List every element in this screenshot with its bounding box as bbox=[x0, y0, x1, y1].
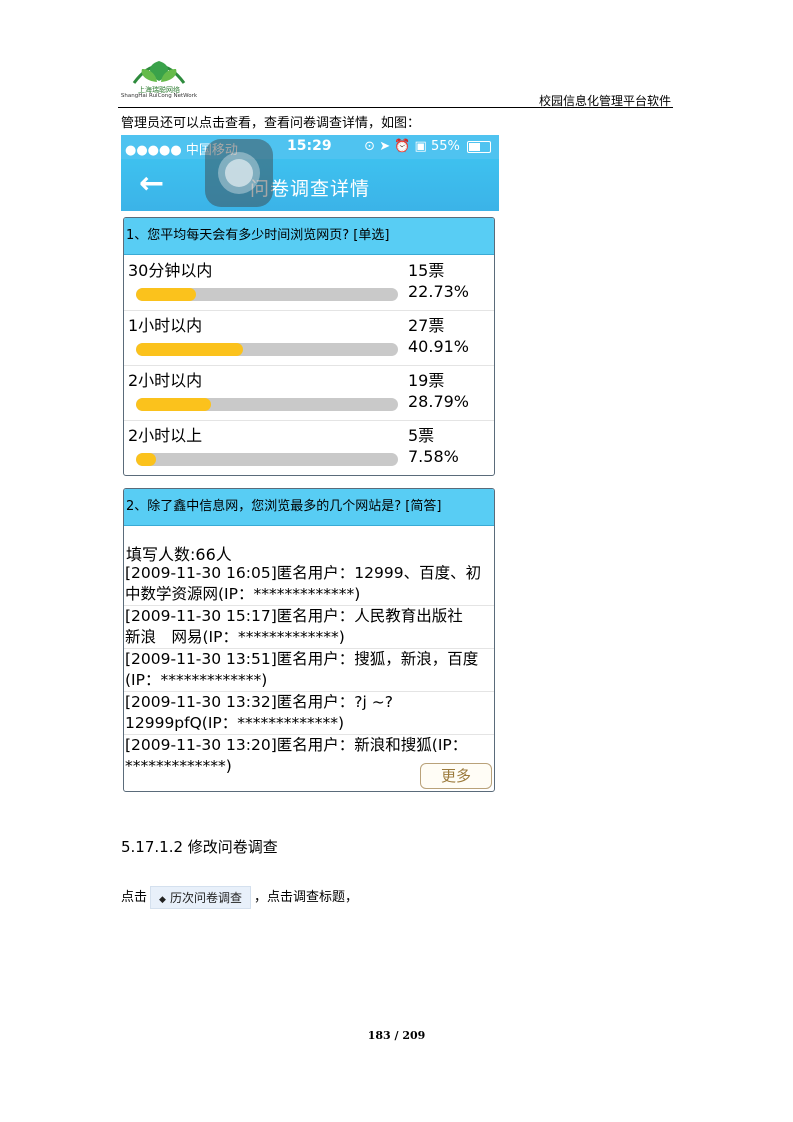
option-percent: 7.58% bbox=[408, 447, 459, 466]
intro-paragraph: 管理员还可以点击查看，查看问卷调查详情，如图： bbox=[121, 116, 421, 131]
logo-english-name: ShangHai RuiCong NetWork bbox=[120, 93, 198, 99]
status-icons-and-battery-percent: ⊙ ➤ ⏰ ▣ 55% bbox=[364, 139, 460, 154]
company-logo: 上海瑞聪网络 ShangHai RuiCong NetWork bbox=[118, 55, 208, 105]
progress-fill bbox=[136, 398, 212, 411]
option-votes: 19票 bbox=[408, 371, 445, 390]
assistive-touch-button[interactable] bbox=[205, 139, 273, 207]
option-row: 2小时以内 19票 28.79% bbox=[124, 365, 494, 421]
option-percent: 40.91% bbox=[408, 337, 470, 356]
answer-line: [2009-11-30 15:17]匿名用户：人民教育出版社 bbox=[125, 607, 463, 625]
answer-line: [2009-11-30 13:20]匿名用户：新浪和搜狐(IP： bbox=[125, 736, 468, 754]
question-title: 1、您平均每天会有多少时间浏览网页? [单选] bbox=[124, 218, 494, 255]
answer-item: [2009-11-30 13:32]匿名用户：?j ~? 12999pfQ(IP… bbox=[124, 692, 494, 735]
question-card-short-answer: 2、除了鑫中信息网，您浏览最多的几个网站是? [简答] 填写人数:66人 [20… bbox=[123, 488, 495, 792]
instruction-prefix: 点击 bbox=[121, 890, 148, 905]
progress-fill bbox=[136, 288, 196, 301]
header-divider bbox=[118, 107, 673, 108]
logo-leaf-icon bbox=[132, 61, 186, 84]
battery-fill bbox=[469, 142, 480, 151]
option-votes: 15票 bbox=[408, 261, 445, 280]
progress-fill bbox=[136, 453, 156, 466]
instruction-paragraph: 点击 ◆ 历次问卷调查 ，点击调查标题， bbox=[121, 886, 358, 909]
status-time: 15:29 bbox=[287, 138, 332, 154]
status-bar: ●●●●● 中国移动 15:29 ⊙ ➤ ⏰ ▣ 55% bbox=[121, 135, 499, 159]
nav-bar: ← 问卷调查详情 bbox=[121, 159, 499, 211]
answer-item: [2009-11-30 13:51]匿名用户：搜狐，新浪，百度 (IP：****… bbox=[124, 649, 494, 692]
option-row: 30分钟以内 15票 22.73% bbox=[124, 255, 494, 311]
answer-line: 新浪 网易(IP：*************) bbox=[125, 628, 345, 646]
option-label: 2小时以上 bbox=[128, 426, 203, 445]
option-label: 1小时以内 bbox=[128, 316, 203, 335]
battery-icon bbox=[467, 140, 491, 153]
nav-title: 问卷调查详情 bbox=[249, 178, 370, 200]
option-label: 30分钟以内 bbox=[128, 261, 213, 280]
fill-count: 填写人数:66人 bbox=[126, 545, 232, 564]
progress-track bbox=[136, 343, 398, 356]
option-row: 1小时以内 27票 40.91% bbox=[124, 310, 494, 366]
question-card-single-choice: 1、您平均每天会有多少时间浏览网页? [单选] 30分钟以内 15票 22.73… bbox=[123, 217, 495, 476]
option-votes: 27票 bbox=[408, 316, 445, 335]
answer-item: [2009-11-30 15:17]匿名用户：人民教育出版社 新浪 网易(IP：… bbox=[124, 606, 494, 649]
option-votes: 5票 bbox=[408, 426, 435, 445]
option-row: 2小时以上 5票 7.58% bbox=[124, 420, 494, 475]
progress-track bbox=[136, 453, 398, 466]
question-title: 2、除了鑫中信息网，您浏览最多的几个网站是? [简答] bbox=[124, 489, 494, 526]
instruction-suffix: ，点击调查标题， bbox=[253, 890, 358, 905]
answer-line: 中数学资源网(IP：*************) bbox=[125, 585, 361, 603]
option-label: 2小时以内 bbox=[128, 371, 203, 390]
document-page: 上海瑞聪网络 ShangHai RuiCong NetWork 校园信息化管理平… bbox=[0, 0, 793, 1122]
history-surveys-label: 历次问卷调查 bbox=[169, 891, 242, 905]
more-button[interactable]: 更多 bbox=[420, 763, 492, 789]
section-heading: 5.17.1.2 修改问卷调查 bbox=[121, 838, 278, 856]
answer-line: [2009-11-30 13:51]匿名用户：搜狐，新浪，百度 bbox=[125, 650, 479, 668]
progress-track bbox=[136, 288, 398, 301]
answer-line: 12999pfQ(IP：*************) bbox=[125, 714, 345, 732]
answer-line: (IP：*************) bbox=[125, 671, 268, 689]
option-percent: 22.73% bbox=[408, 282, 470, 301]
answer-item: [2009-11-30 16:05]匿名用户：12999、百度、初 中数学资源网… bbox=[124, 563, 494, 606]
option-percent: 28.79% bbox=[408, 392, 470, 411]
progress-fill bbox=[136, 343, 244, 356]
phone-screenshot: ●●●●● 中国移动 15:29 ⊙ ➤ ⏰ ▣ 55% ← 问卷调查详情 1、… bbox=[121, 135, 499, 795]
answer-line: [2009-11-30 13:32]匿名用户：?j ~? bbox=[125, 693, 393, 711]
answer-line: [2009-11-30 16:05]匿名用户：12999、百度、初 bbox=[125, 564, 482, 582]
bullet-icon: ◆ bbox=[159, 895, 166, 905]
status-indicators: ⊙ ➤ ⏰ ▣ 55% bbox=[364, 139, 491, 154]
page-number: 183 / 209 bbox=[367, 1029, 426, 1042]
history-surveys-button[interactable]: ◆ 历次问卷调查 bbox=[150, 886, 251, 909]
progress-track bbox=[136, 398, 398, 411]
